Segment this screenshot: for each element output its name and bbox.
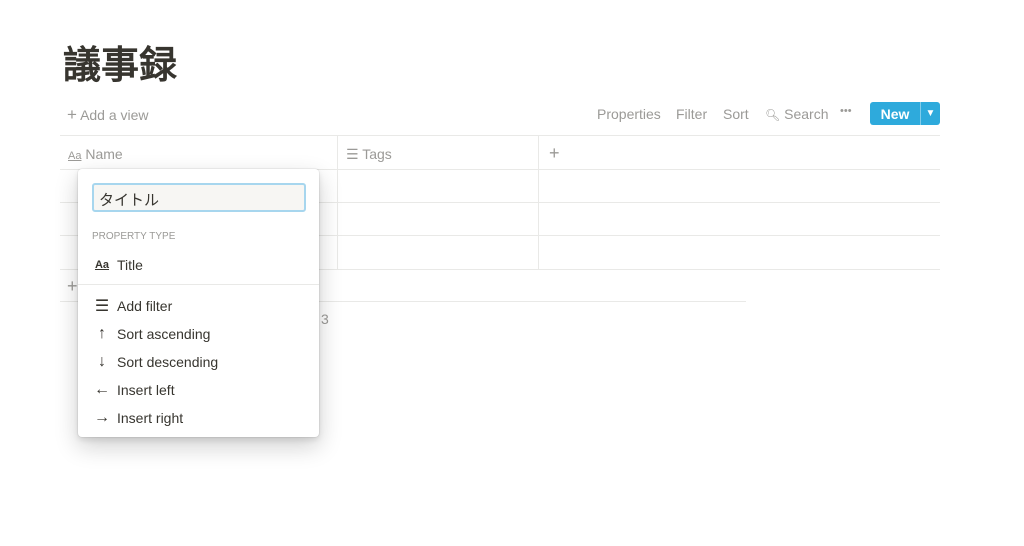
arrow-right-icon: → xyxy=(94,409,110,426)
text-type-icon: Aa xyxy=(94,259,110,271)
menu-item-add-filter[interactable]: ☰ Add filter xyxy=(78,292,319,320)
add-row-button[interactable]: + xyxy=(67,276,78,297)
sort-button[interactable]: Sort xyxy=(723,106,749,122)
menu-item-label: Sort ascending xyxy=(117,326,211,342)
menu-item-sort-descending[interactable]: ↓ Sort descending xyxy=(78,348,319,376)
property-type-label: PROPERTY TYPE xyxy=(92,231,176,242)
plus-icon: + xyxy=(67,105,77,124)
column-header-name[interactable]: Aa Name xyxy=(68,146,123,162)
type-label: Title xyxy=(117,257,143,273)
search-button[interactable]: 🔍︎ Search xyxy=(765,106,828,122)
page-title: 議事録 xyxy=(63,43,178,87)
filter-icon: ☰ xyxy=(94,298,110,315)
property-type-title[interactable]: Aa Title xyxy=(78,251,319,279)
menu-item-sort-ascending[interactable]: ↑ Sort ascending xyxy=(78,320,319,348)
menu-item-label: Insert right xyxy=(117,410,184,426)
list-icon: ☰ xyxy=(346,146,359,162)
filter-button[interactable]: Filter xyxy=(676,106,707,122)
menu-item-label: Add filter xyxy=(117,298,173,314)
search-icon: 🔍︎ xyxy=(765,108,781,122)
add-column-button[interactable]: + xyxy=(549,143,560,164)
more-options-button[interactable]: ••• xyxy=(840,105,852,117)
menu-item-label: Insert left xyxy=(117,382,175,398)
arrow-up-icon: ↑ xyxy=(98,325,106,342)
count-value: 3 xyxy=(321,311,329,327)
properties-button[interactable]: Properties xyxy=(597,106,661,122)
new-dropdown-chevron-icon[interactable]: ▼ xyxy=(920,102,940,125)
add-view-label: Add a view xyxy=(80,107,149,123)
arrow-down-icon: ↓ xyxy=(98,353,106,370)
property-name-input[interactable]: タイトル xyxy=(92,183,306,212)
column-property-menu: タイトル PROPERTY TYPE Aa Title ☰ Add filter ↑… xyxy=(78,169,319,437)
column-tags-label: Tags xyxy=(362,146,392,162)
add-view-button[interactable]: + Add a view xyxy=(67,105,149,125)
new-button-group: New ▼ xyxy=(870,102,940,125)
text-type-icon: Aa xyxy=(68,150,82,162)
arrow-left-icon: ← xyxy=(94,381,110,398)
column-header-tags[interactable]: ☰ Tags xyxy=(346,146,392,163)
column-name-label: Name xyxy=(85,146,123,162)
new-button[interactable]: New xyxy=(870,102,920,125)
menu-item-insert-left[interactable]: ← Insert left xyxy=(78,376,319,404)
search-label: Search xyxy=(784,106,829,122)
menu-item-insert-right[interactable]: → Insert right xyxy=(78,404,319,432)
menu-item-label: Sort descending xyxy=(117,354,219,370)
